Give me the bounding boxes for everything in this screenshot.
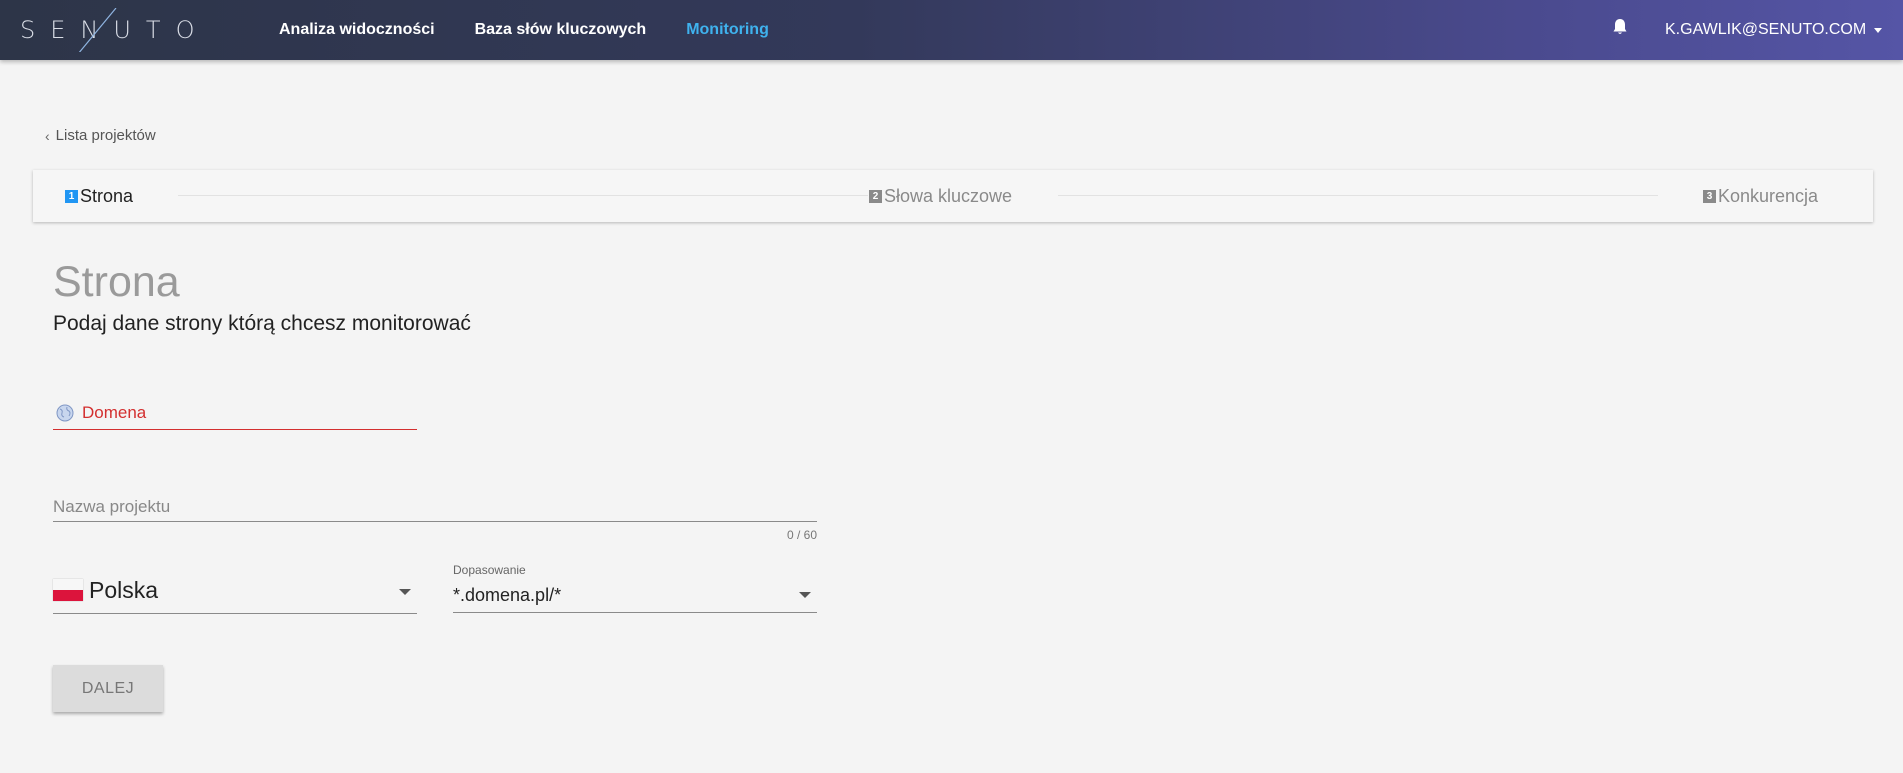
- match-type-label: Dopasowanie: [453, 563, 526, 577]
- step-strona[interactable]: 1 Strona: [65, 170, 133, 222]
- step-number-badge: 1: [65, 189, 78, 203]
- main-nav: Analiza widoczności Baza słów kluczowych…: [279, 0, 809, 60]
- back-link-label: Lista projektów: [55, 127, 156, 144]
- step-slowa-kluczowe[interactable]: 2 Słowa kluczowe: [869, 170, 1012, 222]
- page-title: Strona: [53, 258, 180, 306]
- step-number-badge: 3: [1703, 189, 1716, 203]
- country-select[interactable]: Polska: [53, 567, 417, 614]
- chevron-left-icon: ‹: [45, 127, 50, 144]
- domain-input[interactable]: Domena: [53, 396, 417, 430]
- step-label: Strona: [80, 185, 134, 206]
- step-label: Słowa kluczowe: [884, 185, 1013, 206]
- wizard-stepper: 1 Strona 2 Słowa kluczowe 3 Konkurencja: [33, 170, 1873, 222]
- project-name-label: Nazwa projektu: [53, 496, 171, 516]
- nav-baza-slow-kluczowych[interactable]: Baza słów kluczowych: [475, 21, 647, 39]
- step-konkurencja[interactable]: 3 Konkurencja: [1703, 170, 1818, 222]
- nav-analiza-widocznosci[interactable]: Analiza widoczności: [279, 21, 435, 39]
- top-navigation-bar: SENUTO Analiza widoczności Baza słów klu…: [0, 0, 1903, 60]
- globe-icon: [56, 404, 74, 421]
- match-type-select[interactable]: Dopasowanie *.domena.pl/*: [453, 563, 817, 613]
- user-email: K.GAWLIK@SENUTO.COM: [1665, 21, 1867, 38]
- user-menu[interactable]: K.GAWLIK@SENUTO.COM: [1665, 0, 1883, 60]
- project-name-char-counter: 0 / 60: [786, 528, 817, 542]
- domain-label: Domena: [82, 402, 147, 422]
- nav-monitoring[interactable]: Monitoring: [686, 21, 769, 39]
- step-label: Konkurencja: [1718, 185, 1819, 206]
- step-number-badge: 2: [869, 189, 882, 203]
- dropdown-arrow-icon: [799, 592, 811, 598]
- back-to-project-list-link[interactable]: ‹ Lista projektów: [45, 127, 156, 144]
- poland-flag-icon: [53, 579, 83, 601]
- caret-down-icon: [1874, 27, 1883, 33]
- bell-icon[interactable]: [1611, 17, 1629, 37]
- logo-slash-mark: [78, 8, 117, 52]
- step-connector: [1058, 195, 1658, 196]
- match-type-value: *.domena.pl/*: [453, 585, 562, 605]
- next-button[interactable]: DALEJ: [53, 665, 163, 712]
- step-connector: [178, 195, 868, 196]
- page-subtitle: Podaj dane strony którą chcesz monitorow…: [53, 312, 471, 335]
- dropdown-arrow-icon: [399, 589, 411, 595]
- country-value: Polska: [89, 576, 159, 603]
- senuto-logo[interactable]: SENUTO: [20, 8, 200, 52]
- project-name-input[interactable]: Nazwa projektu: [53, 492, 817, 522]
